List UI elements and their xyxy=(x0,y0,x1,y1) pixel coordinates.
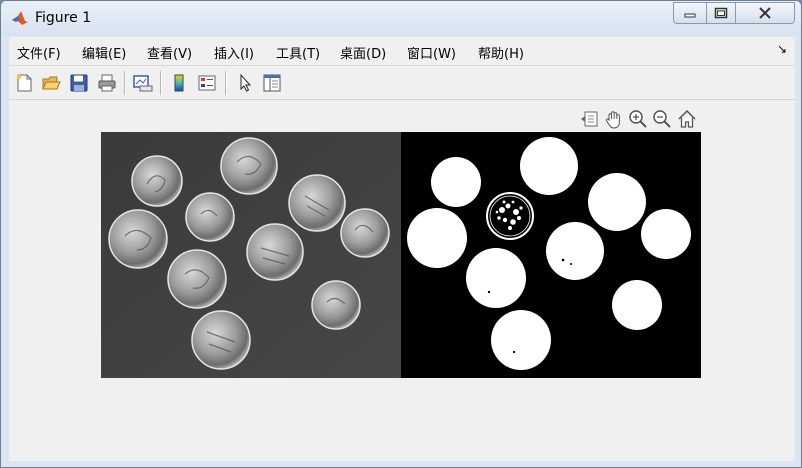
colorbar-icon[interactable] xyxy=(167,71,191,95)
close-button[interactable] xyxy=(735,2,795,24)
menu-tools[interactable]: 工具(T) xyxy=(276,43,320,62)
minimize-button[interactable] xyxy=(673,2,706,24)
caption-buttons xyxy=(673,2,795,24)
data-tips-icon[interactable] xyxy=(578,108,600,130)
grayscale-coins-image xyxy=(101,132,401,378)
legend-icon[interactable] xyxy=(195,71,219,95)
binary-coins-mask-image xyxy=(401,132,701,378)
save-icon[interactable] xyxy=(67,71,91,95)
window-title: Figure 1 xyxy=(35,10,92,26)
new-figure-icon[interactable] xyxy=(12,71,36,95)
title-bar[interactable]: Figure 1 xyxy=(1,1,801,35)
figure-window: Figure 1 文件(F) 编辑(E) 查看(V) 插入(I) 工具(T) 桌… xyxy=(0,0,802,468)
open-file-icon[interactable] xyxy=(39,71,63,95)
menu-desktop[interactable]: 桌面(D) xyxy=(340,43,386,62)
toolbar-separator xyxy=(160,71,162,95)
close-icon xyxy=(759,7,771,19)
toolbar-separator xyxy=(124,71,126,95)
menu-bar: 文件(F) 编辑(E) 查看(V) 插入(I) 工具(T) 桌面(D) 窗口(W… xyxy=(9,37,795,66)
restore-button[interactable] xyxy=(706,2,735,24)
menu-window[interactable]: 窗口(W) xyxy=(407,43,456,62)
menu-edit[interactable]: 编辑(E) xyxy=(82,43,126,62)
print-icon[interactable] xyxy=(95,71,119,95)
menu-view[interactable]: 查看(V) xyxy=(147,43,192,62)
restore-icon xyxy=(714,7,728,19)
pointer-icon[interactable] xyxy=(233,71,257,95)
menu-file[interactable]: 文件(F) xyxy=(17,43,61,62)
menu-insert[interactable]: 插入(I) xyxy=(214,43,254,62)
figure-toolbar xyxy=(9,66,795,100)
link-plot-icon[interactable] xyxy=(131,71,155,95)
matlab-icon xyxy=(12,11,28,25)
toolbar-separator xyxy=(225,71,227,95)
menu-help[interactable]: 帮助(H) xyxy=(478,43,524,62)
dock-arrow-icon[interactable]: ↘ xyxy=(777,42,787,56)
figure-canvas xyxy=(9,100,795,461)
pan-icon[interactable] xyxy=(603,108,625,130)
property-editor-icon[interactable] xyxy=(260,71,284,95)
zoom-out-icon[interactable] xyxy=(651,108,673,130)
minimize-icon xyxy=(684,13,696,18)
zoom-in-icon[interactable] xyxy=(627,108,649,130)
home-icon[interactable] xyxy=(676,108,698,130)
